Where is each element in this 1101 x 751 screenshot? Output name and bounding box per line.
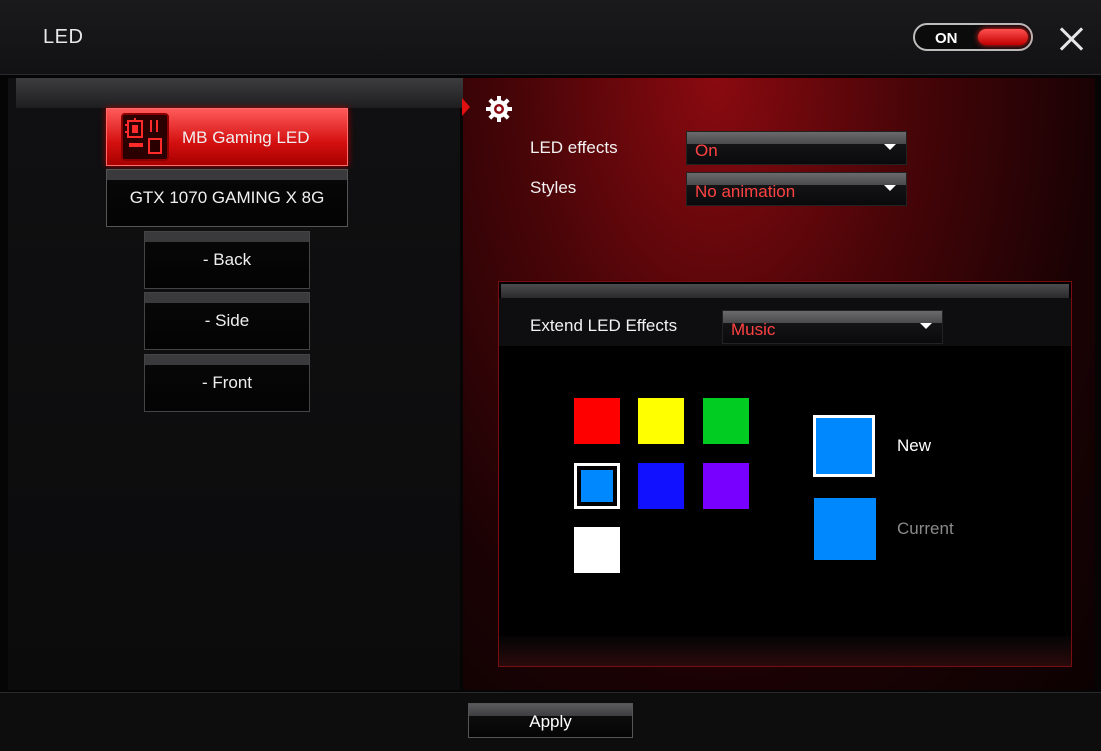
zone-label: - Side xyxy=(204,311,250,330)
selection-arrow-icon xyxy=(462,98,470,116)
zone-side-button[interactable]: - Side xyxy=(144,292,310,350)
extend-led-effects-label: Extend LED Effects xyxy=(530,316,678,335)
chevron-down-icon xyxy=(884,185,896,191)
device-label: GTX 1070 GAMING X 8G xyxy=(129,188,325,207)
device-label: MB Gaming LED xyxy=(182,128,310,147)
color-swatch-white[interactable] xyxy=(574,527,620,573)
extend-panel-header xyxy=(501,284,1069,298)
styles-value: No animation xyxy=(695,182,796,201)
color-swatch-green[interactable] xyxy=(703,398,749,444)
extend-led-effects-value: Music xyxy=(731,320,776,339)
motherboard-chip-icon xyxy=(121,113,169,161)
styles-label: Styles xyxy=(530,178,577,197)
new-color-preview xyxy=(813,415,875,477)
zone-back-button[interactable]: - Back xyxy=(144,231,310,289)
device-panel-header xyxy=(16,78,466,108)
zone-label: - Front xyxy=(201,373,253,392)
toggle-knob xyxy=(978,29,1028,45)
styles-dropdown[interactable]: No animation xyxy=(686,172,907,206)
color-swatch-blue[interactable] xyxy=(638,463,684,509)
current-color-preview xyxy=(814,498,876,560)
led-effects-value: On xyxy=(695,141,718,160)
power-toggle[interactable]: ON xyxy=(913,23,1033,51)
close-button[interactable] xyxy=(1056,24,1086,54)
led-effects-dropdown[interactable]: On xyxy=(686,131,907,165)
title-bar: LED ON xyxy=(0,0,1101,75)
color-swatch-fill xyxy=(581,470,613,502)
apply-label: Apply xyxy=(529,712,572,731)
led-effects-label: LED effects xyxy=(530,138,618,157)
zone-front-button[interactable]: - Front xyxy=(144,354,310,412)
extend-led-effects-dropdown[interactable]: Music xyxy=(722,310,943,344)
device-gtx-1070-button[interactable]: GTX 1070 GAMING X 8G xyxy=(106,169,348,227)
color-swatch-purple[interactable] xyxy=(703,463,749,509)
chevron-down-icon xyxy=(884,144,896,150)
led-window: LED ON MB Gaming LED GTX 1070 GAMING X 8… xyxy=(0,0,1101,751)
current-color-label: Current xyxy=(897,519,954,538)
device-mb-gaming-led-button[interactable]: MB Gaming LED xyxy=(106,108,348,166)
window-title: LED xyxy=(43,26,84,48)
extend-panel-footer xyxy=(499,636,1071,666)
color-swatch-red[interactable] xyxy=(574,398,620,444)
power-toggle-label: ON xyxy=(935,30,958,47)
zone-label: - Back xyxy=(202,250,252,269)
chevron-down-icon xyxy=(920,323,932,329)
color-swatch-light-blue[interactable] xyxy=(574,463,620,509)
gear-icon[interactable] xyxy=(484,94,514,124)
color-swatch-yellow[interactable] xyxy=(638,398,684,444)
apply-button[interactable]: Apply xyxy=(468,703,633,738)
new-color-label: New xyxy=(897,436,932,455)
